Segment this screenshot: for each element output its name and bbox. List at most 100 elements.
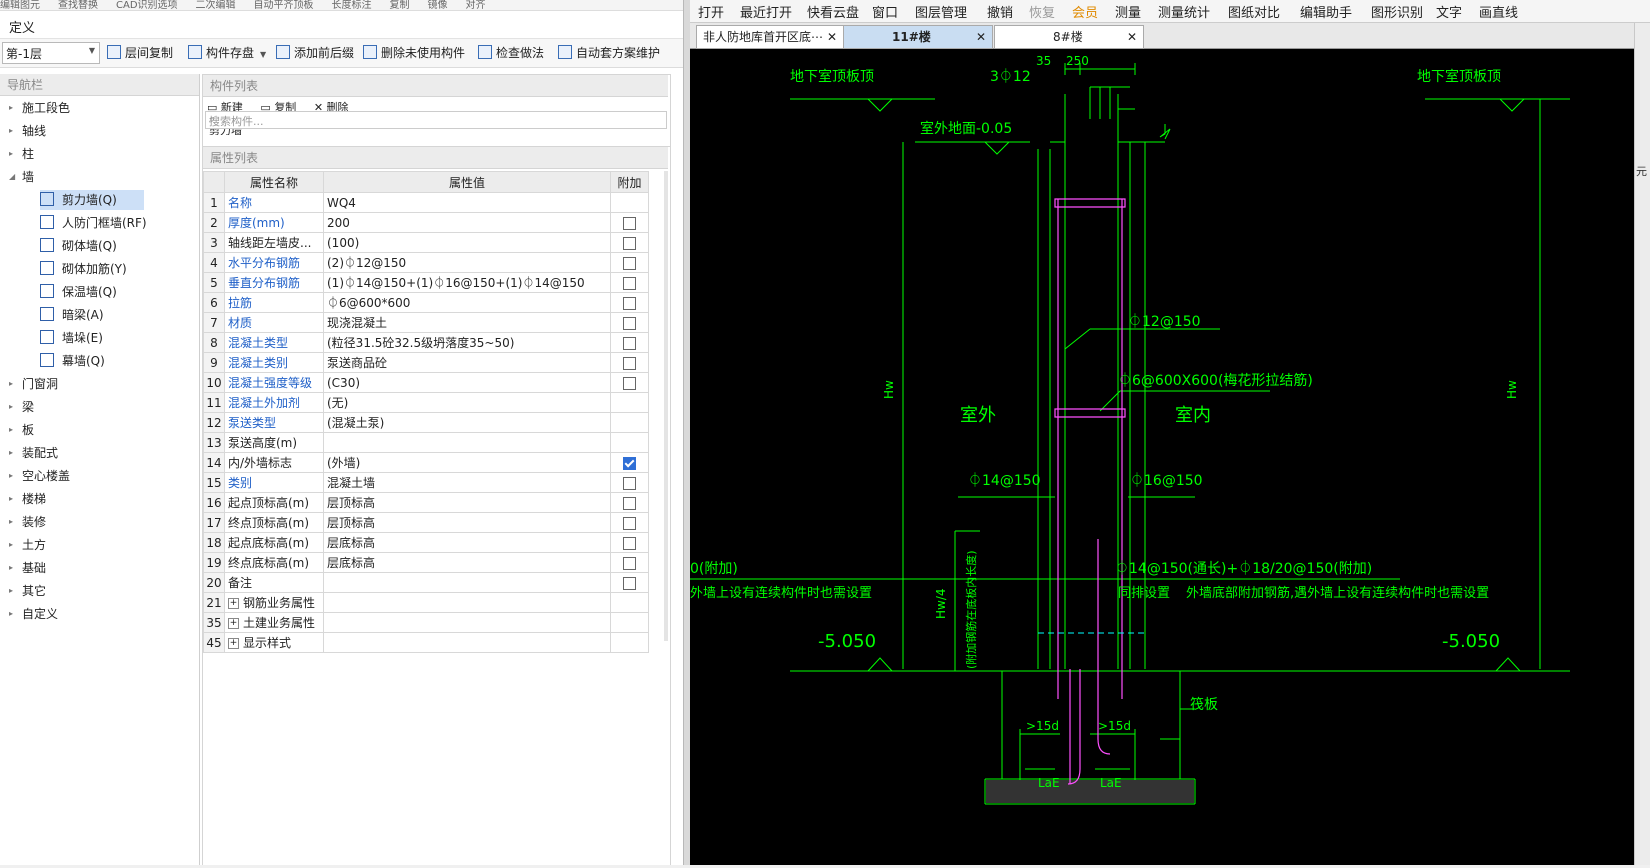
attach-checkbox[interactable] — [623, 316, 636, 330]
property-row[interactable]: 2 厚度(mm) 200 — [203, 212, 649, 233]
attach-checkbox[interactable] — [623, 236, 636, 250]
right-scrollbar[interactable]: 元 — [1634, 23, 1650, 865]
cad-menu-item[interactable]: 恢复 — [1029, 2, 1055, 21]
cad-file-tab[interactable]: 非人防地库首开区底⋯ ✕ — [696, 25, 844, 49]
caret-right-icon[interactable]: ▸ — [9, 558, 13, 578]
ribbon-item[interactable]: 二次编辑 — [196, 1, 236, 11]
cad-file-tab[interactable]: 11#楼 ✕ — [843, 25, 993, 49]
nav-item[interactable]: ▸ 空心楼盖 — [9, 466, 70, 486]
nav-item[interactable]: ▸ 装配式 — [9, 443, 58, 463]
caret-right-icon[interactable]: ▸ — [9, 604, 13, 624]
property-row[interactable]: 18 起点底标高(m) 层底标高 — [203, 532, 649, 553]
ribbon-item[interactable]: 长度标注 — [332, 1, 372, 11]
caret-right-icon[interactable]: ▸ — [9, 121, 13, 141]
ribbon-item[interactable]: 对齐 — [466, 1, 486, 11]
property-value[interactable]: (混凝土泵) — [323, 412, 611, 433]
property-row[interactable]: 35 + 土建业务属性 — [203, 612, 649, 633]
expand-plus-icon[interactable]: + — [228, 618, 239, 629]
attach-checkbox[interactable] — [623, 216, 636, 230]
ribbon-item[interactable]: 镜像 — [428, 1, 448, 11]
auto-scheme-button[interactable]: 自动套方案维护 — [558, 44, 660, 62]
component-search-input[interactable]: 搜索构件... ⌕ — [205, 111, 667, 129]
ribbon-item[interactable]: 查找替换 — [58, 1, 98, 11]
property-value[interactable]: WQ4 — [323, 192, 611, 213]
property-value[interactable]: (外墙) — [323, 452, 611, 473]
property-row[interactable]: 8 混凝土类型 (粒径31.5砼32.5级坍落度35~50) — [203, 332, 649, 353]
property-value[interactable] — [323, 432, 611, 453]
property-value[interactable]: 层顶标高 — [323, 492, 611, 513]
property-scrollbar[interactable] — [664, 171, 668, 641]
attach-checkbox[interactable] — [623, 516, 636, 530]
floor-select[interactable]: 第-1层 ▼ — [2, 42, 100, 64]
expand-plus-icon[interactable]: + — [228, 598, 239, 609]
component-list-item[interactable]: 剪力墙 — [209, 129, 242, 135]
ribbon-item[interactable]: 编辑图元 — [0, 1, 40, 11]
attach-checkbox[interactable] — [623, 356, 636, 370]
new-button[interactable]: ▭ 新建 — [207, 101, 243, 111]
property-value[interactable]: (无) — [323, 392, 611, 413]
cad-menu-item[interactable]: 画直线 — [1479, 2, 1518, 21]
check-method-button[interactable]: 检查做法 — [478, 44, 544, 62]
caret-right-icon[interactable]: ▸ — [9, 466, 13, 486]
nav-item[interactable]: ▸ 自定义 — [9, 604, 58, 624]
attach-checkbox[interactable] — [623, 296, 636, 310]
cad-menu-item[interactable]: 图层管理 — [915, 2, 967, 21]
property-value[interactable]: 层顶标高 — [323, 512, 611, 533]
caret-right-icon[interactable]: ▸ — [9, 420, 13, 440]
nav-item[interactable]: ▸ 梁 — [9, 397, 34, 417]
delete-unused-button[interactable]: 删除未使用构件 — [363, 44, 465, 62]
cad-menu-item[interactable]: 最近打开 — [740, 2, 792, 21]
nav-item[interactable]: ▸ 板 — [9, 420, 34, 440]
property-row[interactable]: 6 拉筋 ⏀6@600*600 — [203, 292, 649, 313]
property-value[interactable]: (粒径31.5砼32.5级坍落度35~50) — [323, 332, 611, 353]
property-value[interactable]: ⏀6@600*600 — [323, 292, 611, 313]
property-value[interactable]: 层底标高 — [323, 552, 611, 573]
property-value[interactable]: 200 — [323, 212, 611, 233]
nav-subitem[interactable]: 保温墙(Q) — [40, 282, 117, 302]
nav-item[interactable]: ▸ 其它 — [9, 581, 46, 601]
cad-menu-item[interactable]: 编辑助手 — [1300, 2, 1352, 21]
close-tab-icon[interactable]: ✕ — [827, 26, 837, 48]
caret-right-icon[interactable]: ▸ — [9, 98, 13, 118]
cad-menu-item[interactable]: 图纸对比 — [1228, 2, 1280, 21]
cad-menu-item[interactable]: 测量 — [1115, 2, 1141, 21]
property-row[interactable]: 1 名称 WQ4 — [203, 192, 649, 213]
ribbon-item[interactable]: 自动平齐顶板 — [254, 1, 314, 11]
caret-right-icon[interactable]: ▸ — [9, 581, 13, 601]
caret-right-icon[interactable]: ▸ — [9, 144, 13, 164]
property-row[interactable]: 21 + 钢筋业务属性 — [203, 592, 649, 613]
property-row[interactable]: 13 泵送高度(m) — [203, 432, 649, 453]
property-row[interactable]: 15 类别 混凝土墙 — [203, 472, 649, 493]
caret-right-icon[interactable]: ▸ — [9, 374, 13, 394]
property-value[interactable]: (C30) — [323, 372, 611, 393]
cad-menu-item[interactable]: 会员 — [1072, 2, 1098, 21]
nav-item[interactable]: ▸ 施工段色 — [9, 98, 70, 118]
attach-checkbox[interactable] — [623, 256, 636, 270]
property-row[interactable]: 4 水平分布钢筋 (2)⏀12@150 — [203, 252, 649, 273]
attach-checkbox[interactable] — [623, 556, 636, 570]
ribbon-item[interactable]: 复制 — [390, 1, 410, 11]
property-row[interactable]: 10 混凝土强度等级 (C30) — [203, 372, 649, 393]
property-value[interactable]: 混凝土墙 — [323, 472, 611, 493]
attach-checkbox[interactable] — [623, 576, 636, 590]
caret-right-icon[interactable]: ▸ — [9, 443, 13, 463]
nav-subitem[interactable]: 砌体加筋(Y) — [40, 259, 127, 279]
attach-checkbox[interactable] — [623, 536, 636, 550]
cad-menu-item[interactable]: 窗口 — [872, 2, 898, 21]
close-tab-icon[interactable]: ✕ — [976, 26, 986, 48]
property-row[interactable]: 9 混凝土类别 泵送商品砼 — [203, 352, 649, 373]
add-prefix-button[interactable]: 添加前后缀 — [276, 44, 354, 62]
expand-plus-icon[interactable]: + — [228, 638, 239, 649]
attach-checkbox[interactable] — [623, 276, 636, 290]
nav-subitem[interactable]: 砌体墙(Q) — [40, 236, 117, 256]
search-icon[interactable]: ⌕ — [209, 112, 662, 126]
nav-subitem[interactable]: 剪力墙(Q) — [40, 190, 144, 210]
property-row[interactable]: 17 终点顶标高(m) 层顶标高 — [203, 512, 649, 533]
cad-file-tab[interactable]: 8#楼 ✕ — [994, 25, 1144, 49]
nav-subitem[interactable]: 人防门框墙(RF) — [40, 213, 147, 233]
property-value[interactable]: 泵送商品砼 — [323, 352, 611, 373]
nav-subitem[interactable]: 墙垛(E) — [40, 328, 103, 348]
property-row[interactable]: 16 起点顶标高(m) 层顶标高 — [203, 492, 649, 513]
nav-item[interactable]: ▸ 土方 — [9, 535, 46, 555]
nav-item[interactable]: ▸ 柱 — [9, 144, 34, 164]
